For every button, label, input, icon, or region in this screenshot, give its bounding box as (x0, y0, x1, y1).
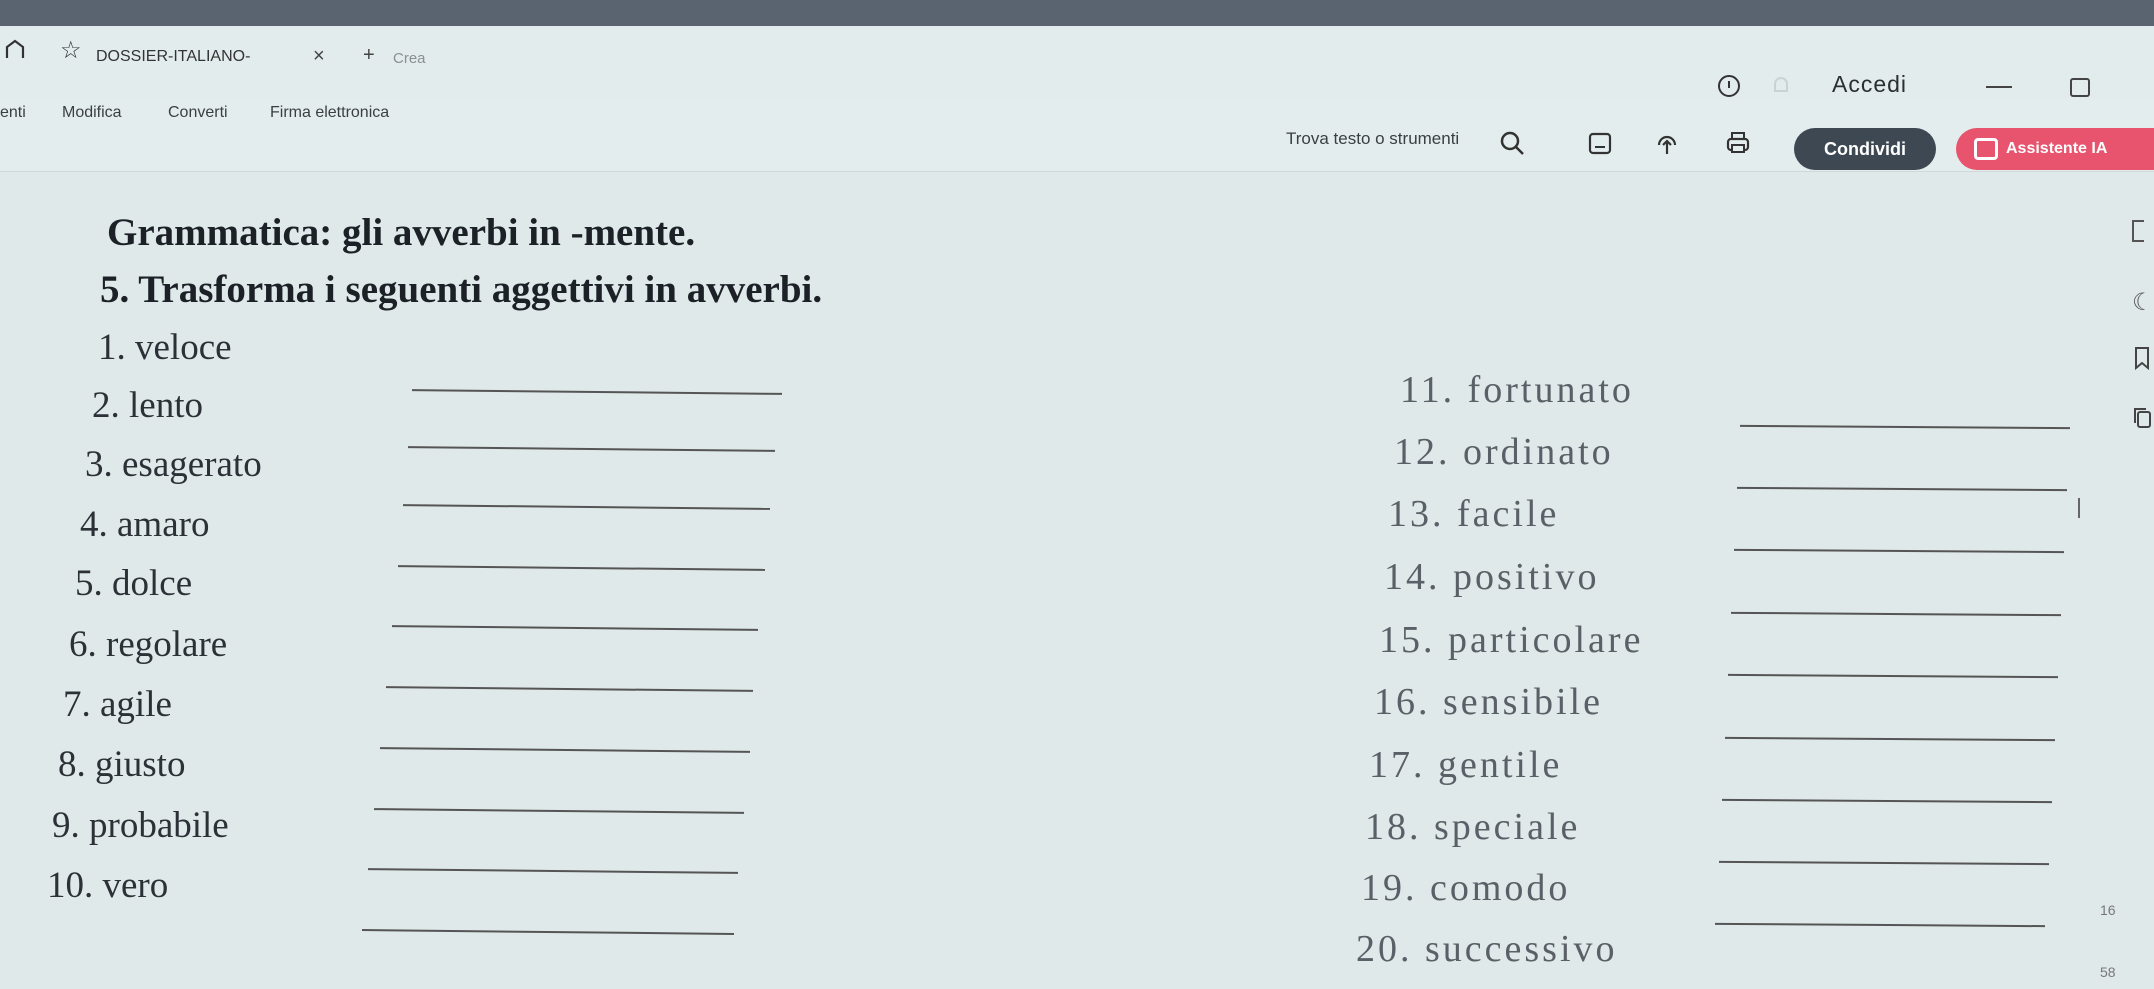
search-icon[interactable] (1498, 128, 1528, 158)
answer-line (397, 565, 766, 571)
new-tab-label[interactable]: Crea (393, 50, 426, 67)
answer-line (1714, 922, 2046, 928)
right-item: 14. positivo (1384, 556, 1600, 598)
left-item: 3. esagerato (85, 444, 262, 485)
right-item: 17. gentile (1369, 744, 1563, 786)
left-item: 2. lento (92, 385, 203, 426)
exercise-instruction: 5. Trasforma i seguenti aggettivi in avv… (100, 268, 823, 311)
print-icon[interactable] (1723, 128, 1753, 158)
page-title: Grammatica: gli avverbi in -mente. (107, 211, 696, 254)
bell-icon[interactable] (1770, 74, 1792, 98)
answer-line (361, 929, 735, 935)
answer-line (1733, 548, 2065, 554)
right-item: 12. ordinato (1394, 431, 1614, 473)
right-item: 16. sensibile (1374, 681, 1603, 723)
tab-title[interactable]: DOSSIER-ITALIANO- (96, 48, 250, 66)
page-mark: 16 (2100, 902, 2116, 918)
new-tab-icon[interactable]: + (363, 44, 375, 67)
answer-line (391, 625, 759, 631)
answer-line (411, 389, 783, 395)
login-button[interactable]: Accedi (1832, 71, 1907, 98)
menu-item-partial[interactable]: enti (0, 104, 26, 122)
left-item: 7. agile (63, 684, 172, 725)
answer-line (1721, 798, 2053, 804)
window-top-strip (0, 0, 2154, 26)
answer-line (1718, 860, 2050, 866)
right-item: 15. particolare (1379, 619, 1644, 661)
left-item: 5. dolce (75, 563, 193, 604)
comment-icon[interactable]: ☾ (2132, 288, 2154, 316)
upload-cloud-icon[interactable] (1652, 128, 1682, 158)
document-page: Grammatica: gli avverbi in -mente. 5. Tr… (0, 172, 2116, 989)
left-item: 1. veloce (98, 327, 232, 368)
left-item: 4. amaro (80, 504, 210, 545)
save-icon[interactable] (1585, 128, 1615, 158)
answer-line (407, 446, 776, 452)
answer-line (385, 686, 754, 692)
left-item: 6. regolare (69, 624, 228, 665)
ai-assistant-icon (1974, 138, 1998, 160)
page-mark: 58 (2100, 964, 2116, 980)
info-icon[interactable] (1716, 73, 1742, 99)
side-panel-icon[interactable] (2132, 220, 2144, 242)
right-item: 13. facile (1388, 493, 1560, 535)
search-input[interactable]: Trova testo o strumenti (1286, 129, 1459, 149)
ai-assistant-label: Assistente IA (2006, 140, 2108, 157)
answer-line (1727, 673, 2059, 679)
menu-item-converti[interactable]: Converti (168, 104, 228, 122)
minimize-icon[interactable] (1986, 86, 2012, 88)
share-button[interactable]: Condividi (1794, 128, 1936, 170)
bookmark-icon[interactable] (2132, 346, 2154, 370)
right-item: 20. successivo (1356, 928, 1618, 970)
home-icon[interactable] (4, 38, 26, 60)
copy-icon[interactable] (2132, 406, 2154, 430)
left-item: 9. probabile (52, 805, 229, 846)
answer-line (1730, 611, 2062, 617)
right-item: 19. comodo (1361, 867, 1571, 909)
right-item: 11. fortunato (1400, 369, 1634, 411)
text-cursor (2078, 498, 2080, 518)
right-item: 18. speciale (1365, 806, 1581, 848)
maximize-icon[interactable] (2070, 78, 2090, 97)
ai-assistant-button[interactable]: Assistente IA (1956, 128, 2154, 170)
menu-item-modifica[interactable]: Modifica (62, 104, 122, 122)
left-item: 8. giusto (58, 744, 186, 785)
answer-line (373, 808, 745, 814)
answer-line (1724, 736, 2056, 742)
answer-line (1736, 486, 2068, 492)
left-item: 10. vero (47, 865, 169, 906)
answer-line (1739, 424, 2071, 430)
menu-item-firma[interactable]: Firma elettronica (270, 104, 389, 122)
close-tab-icon[interactable]: × (313, 45, 325, 68)
answer-line (402, 504, 771, 510)
answer-line (379, 747, 751, 753)
star-icon[interactable]: ☆ (60, 36, 82, 65)
answer-line (367, 868, 739, 874)
